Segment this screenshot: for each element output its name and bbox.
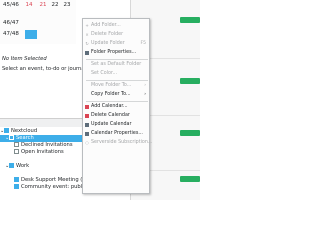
menu-item-label: Add Calendar... (91, 104, 128, 109)
checkbox-icon[interactable] (14, 177, 19, 182)
properties-icon (85, 51, 89, 55)
checkbox-icon[interactable] (9, 163, 14, 168)
refresh-icon: ↻ (85, 41, 89, 46)
menu-item-label: Move Folder To... (91, 83, 132, 88)
menu-item-label: Delete Folder (91, 32, 124, 37)
menu-item-label: Delete Calendar (91, 113, 130, 118)
subscription-icon: ○ (85, 140, 89, 145)
shortcut-label: F5 (140, 41, 146, 46)
checkbox-icon[interactable] (9, 135, 14, 140)
event-chip[interactable] (180, 130, 200, 136)
tree-item-label: Search (16, 135, 34, 141)
menu-item-label: Set as Default Folder (91, 62, 142, 67)
day-cell[interactable]: 23 (62, 2, 72, 8)
tree-item-label: Declined Invitations (21, 142, 73, 148)
menu-separator (86, 101, 148, 102)
event-chip[interactable] (180, 176, 200, 182)
day-cell[interactable]: 14 (24, 2, 34, 8)
menu-item-add-calendar[interactable]: Add Calendar... (83, 103, 149, 111)
menu-item-folder-properties[interactable]: Folder Properties... (83, 49, 149, 57)
menu-item-label: Copy Folder To... (91, 92, 131, 97)
menu-item-delete-folder[interactable]: × Delete Folder (83, 31, 149, 39)
menu-item-label: Update Calendar (91, 122, 132, 127)
event-chip[interactable] (180, 17, 200, 23)
submenu-arrow-icon: › (144, 83, 146, 88)
menu-item-update-folder[interactable]: ↻ Update Folder F5 (83, 40, 149, 48)
calendar-properties-icon (85, 132, 89, 136)
context-menu: + Add Folder... × Delete Folder ↻ Update Fo… (82, 18, 153, 194)
week-number: 45/46 (3, 2, 19, 8)
no-item-label: No Item Selected (2, 56, 47, 62)
menu-item-label: Folder Properties... (91, 50, 137, 55)
menu-item-label: Serverside Subscription... (91, 140, 153, 145)
week-number: 47/48 (3, 31, 19, 37)
menu-separator (86, 80, 148, 81)
menu-item-delete-calendar[interactable]: Delete Calendar (83, 112, 149, 120)
week-number: 46/47 (3, 20, 19, 26)
menu-item-subscription[interactable]: ○ Serverside Subscription... (83, 139, 153, 147)
event-chip[interactable] (180, 78, 200, 84)
week-row: 45/46 14 21 22 23 (0, 2, 76, 11)
tree-item-label: Open Invitations (21, 149, 64, 155)
app-window: 45/46 14 21 22 23 46/47 47/48 No Item Se… (0, 0, 200, 200)
week-row: 47/48 (0, 30, 76, 40)
month-grid: 45/46 14 21 22 23 46/47 47/48 (0, 0, 76, 44)
menu-item-label: Calendar Properties... (91, 131, 143, 136)
folder-add-icon: + (85, 23, 89, 28)
menu-item-set-color[interactable]: Set Color... (83, 70, 149, 78)
day-cell[interactable]: 21 (38, 2, 48, 8)
delete-icon: × (85, 32, 89, 37)
week-row: 46/47 (0, 20, 76, 29)
checkbox-icon[interactable] (4, 128, 9, 133)
menu-item-move-folder[interactable]: Move Folder To... › (83, 82, 149, 90)
add-calendar-icon (85, 105, 89, 109)
tree-item-label: Work (16, 163, 30, 169)
menu-item-label: Update Folder (91, 41, 125, 46)
menu-item-update-calendar[interactable]: Update Calendar (83, 121, 149, 129)
submenu-arrow-icon: › (144, 92, 146, 97)
update-calendar-icon (85, 123, 89, 127)
delete-calendar-icon (85, 114, 89, 118)
selected-day-cell[interactable] (25, 30, 37, 39)
checkbox-icon[interactable] (14, 142, 19, 147)
checkbox-icon[interactable] (14, 184, 19, 189)
menu-item-label: Add Folder... (91, 23, 121, 28)
menu-item-calendar-properties[interactable]: Calendar Properties... (83, 130, 149, 138)
day-cell[interactable]: 22 (50, 2, 60, 8)
checkbox-icon[interactable] (14, 149, 19, 154)
menu-item-add-folder[interactable]: + Add Folder... (83, 22, 149, 30)
menu-item-set-default[interactable]: Set as Default Folder (83, 61, 149, 69)
menu-item-copy-folder[interactable]: Copy Folder To... › (83, 91, 149, 99)
menu-item-label: Set Color... (91, 71, 118, 76)
menu-separator (86, 59, 148, 60)
tree-item-label: Nextcloud (11, 128, 38, 134)
